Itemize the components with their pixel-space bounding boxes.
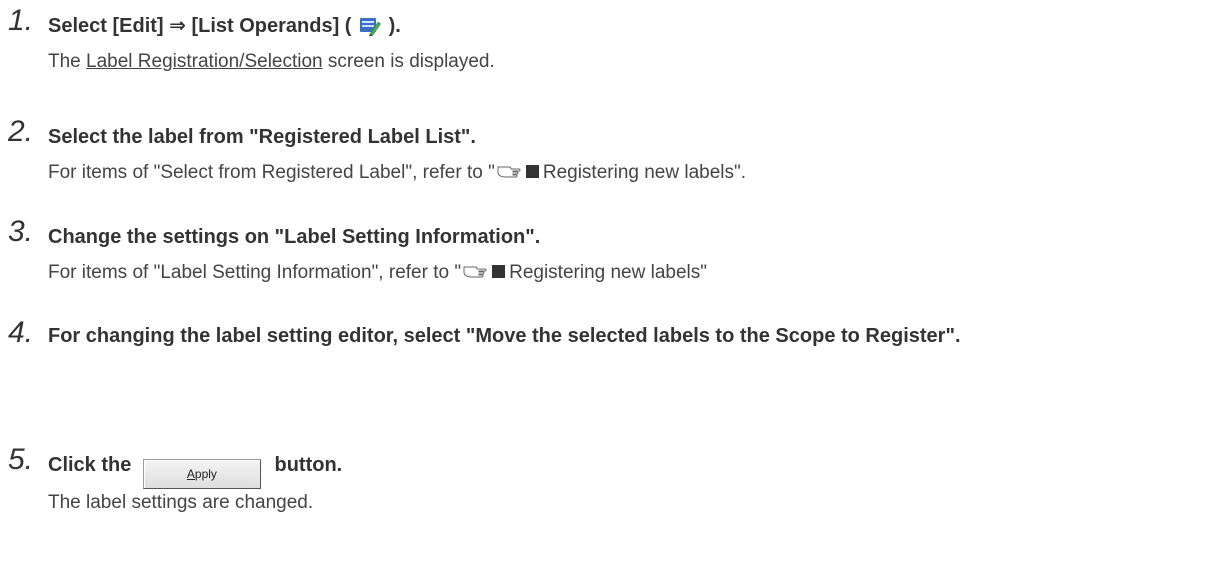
step-body: The label settings are changed. <box>48 492 314 513</box>
step-number: 5. <box>8 443 34 476</box>
step-title: For changing the label setting editor, s… <box>48 325 961 347</box>
step-body: For items of "Select from Registered Lab… <box>48 162 747 183</box>
reference-hand-icon <box>497 166 521 178</box>
step-body: For items of "Label Setting Information"… <box>48 262 707 283</box>
step-body: The Label Registration/Selection screen … <box>48 51 495 72</box>
step-title: Click the Apply button. <box>48 452 342 489</box>
step-number: 2. <box>8 115 34 148</box>
apply-button[interactable]: Apply <box>142 459 261 489</box>
step-title: Select the label from "Registered Label … <box>48 126 476 148</box>
step-number: 1. <box>8 4 34 37</box>
step-number: 4. <box>8 316 34 349</box>
step-title: Select [Edit] ⇒ [List Operands] ( ). <box>48 15 401 37</box>
reference-hand-icon <box>463 266 487 278</box>
label-registration-link[interactable]: Label Registration/Selection <box>86 51 323 72</box>
step-number: 3. <box>8 215 34 248</box>
list-operands-icon <box>360 18 381 36</box>
step-title: Change the settings on "Label Setting In… <box>48 226 541 248</box>
black-square-icon <box>492 265 506 278</box>
black-square-icon <box>525 165 539 178</box>
